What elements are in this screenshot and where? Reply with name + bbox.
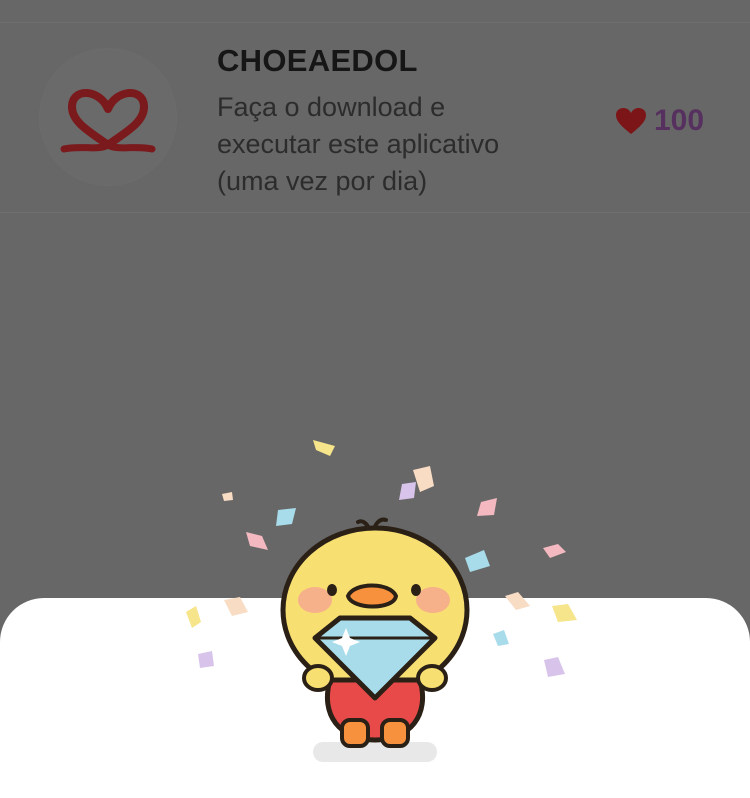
duck-holding-diamond-icon bbox=[280, 517, 470, 748]
